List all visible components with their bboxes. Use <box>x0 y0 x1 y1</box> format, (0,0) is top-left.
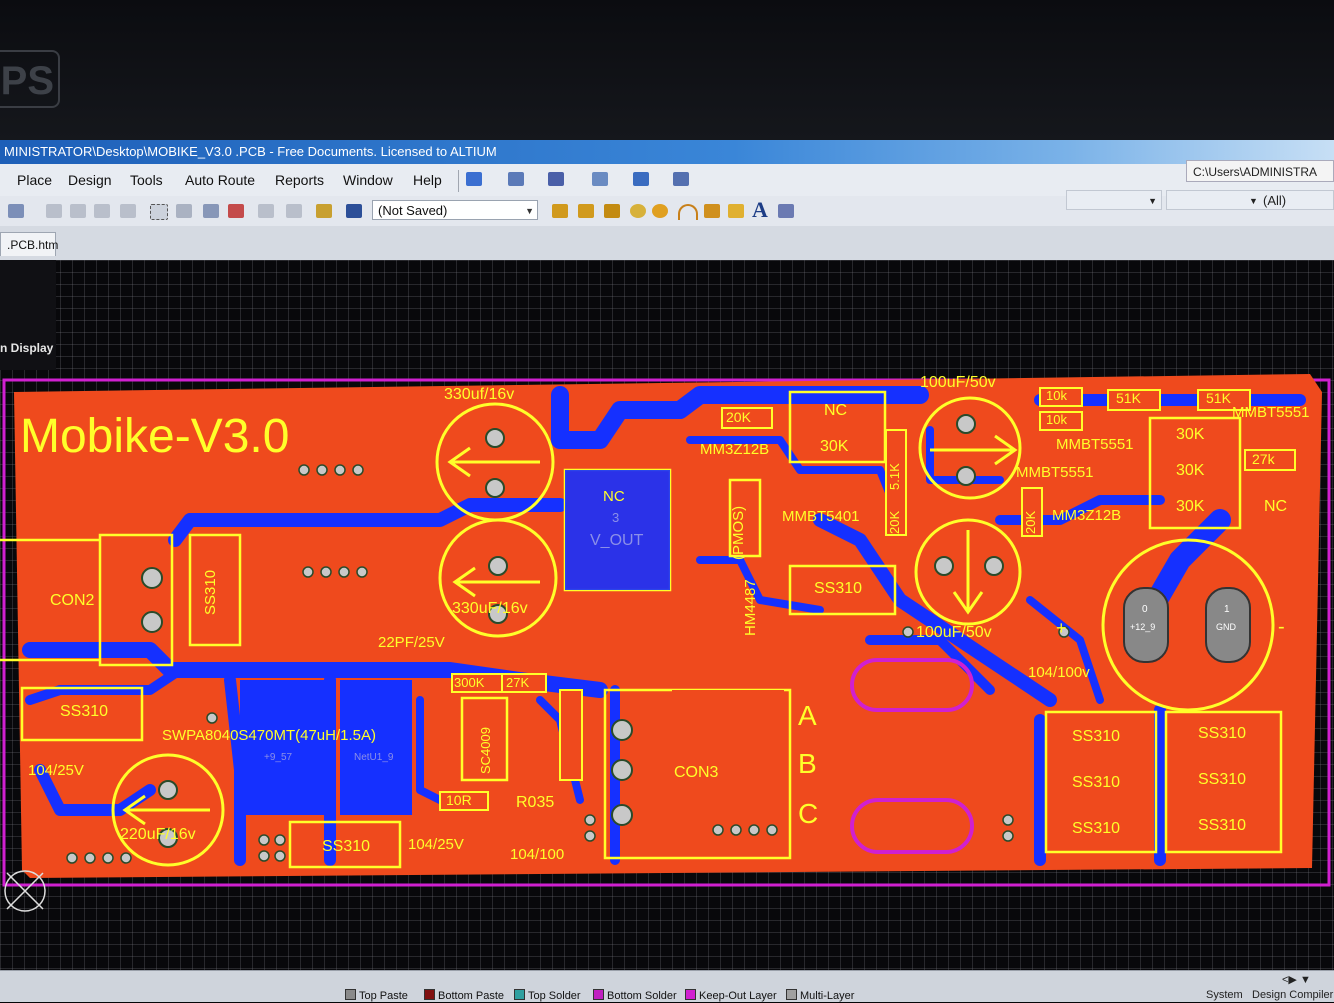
component-icon[interactable] <box>778 204 794 218</box>
monitor-bezel: PS <box>0 0 1334 140</box>
swatch-icon <box>593 989 604 1000</box>
layer-top-paste[interactable]: Top Paste <box>345 989 408 1002</box>
string-icon[interactable]: A <box>752 197 768 223</box>
layer-label: Top Solder <box>528 990 581 1002</box>
select-area-icon[interactable] <box>150 204 168 220</box>
filter-combo[interactable]: ▼ (All) <box>1166 190 1334 210</box>
diff-pair-icon[interactable] <box>578 204 594 218</box>
distribute-icon[interactable] <box>592 172 608 186</box>
chevron-down-icon: ▼ <box>1148 196 1157 206</box>
polygon-icon[interactable] <box>728 204 744 218</box>
layer-multi[interactable]: Multi-Layer <box>786 989 854 1002</box>
pad-icon[interactable] <box>630 204 646 218</box>
menu-auto-route[interactable]: Auto Route <box>185 172 255 188</box>
rubber-stamp-icon[interactable] <box>120 204 136 218</box>
layer-label: Bottom Solder <box>607 990 677 1002</box>
browse-icon[interactable] <box>8 204 24 218</box>
layer-label: Top Paste <box>359 990 408 1002</box>
layer-keep-out[interactable]: Keep-Out Layer <box>685 989 777 1002</box>
mosfet-body <box>565 470 670 590</box>
library-icon[interactable] <box>346 204 362 218</box>
align-icon[interactable] <box>508 172 524 186</box>
menu-separator <box>458 170 459 192</box>
status-system[interactable]: System <box>1206 989 1243 1001</box>
path-field[interactable]: C:\Users\ADMINISTRA <box>1186 160 1334 182</box>
redo-icon[interactable] <box>286 204 302 218</box>
interactive-route-icon[interactable] <box>552 204 568 218</box>
layer-combo[interactable]: ▼ <box>1066 190 1162 210</box>
origin-marker-icon <box>4 870 46 912</box>
pad-1 <box>1205 587 1251 663</box>
undo-icon[interactable] <box>258 204 274 218</box>
window-title: MINISTRATOR\Desktop\MOBIKE_V3.0 .PCB - F… <box>0 140 1334 164</box>
layer-nav-arrows-icon[interactable]: <▶ ▼ <box>1282 973 1311 986</box>
pencil-icon[interactable] <box>316 204 332 218</box>
inductor-pad-left <box>240 680 328 815</box>
route-icon[interactable] <box>466 172 482 186</box>
inductor-pad-right <box>340 680 412 815</box>
filter-value: (All) <box>1263 193 1287 208</box>
swatch-icon <box>685 989 696 1000</box>
tab-pcb-htm[interactable]: .PCB.htm <box>0 232 58 256</box>
layer-tab-bar: <▶ ▼ Top Paste Bottom Paste Top Solder B… <box>0 970 1334 1002</box>
layer-label: Keep-Out Layer <box>699 990 777 1002</box>
copy-icon[interactable] <box>70 204 86 218</box>
pcb-board[interactable] <box>0 260 1334 970</box>
document-tabs: .PCB.htm <box>0 226 1334 260</box>
chevron-down-icon: ▼ <box>525 206 534 216</box>
layer-bottom-solder[interactable]: Bottom Solder <box>593 989 677 1002</box>
variant-combo-value: (Not Saved) <box>378 203 448 218</box>
via-icon[interactable] <box>652 204 668 218</box>
clear-icon[interactable] <box>228 204 244 218</box>
menu-tools[interactable]: Tools <box>130 172 163 188</box>
pad-0 <box>1123 587 1169 663</box>
grid-icon[interactable] <box>673 172 689 186</box>
monitor-logo: PS <box>0 50 60 108</box>
move-icon[interactable] <box>176 204 192 218</box>
swatch-icon <box>424 989 435 1000</box>
room-icon[interactable] <box>633 172 649 186</box>
swatch-icon <box>786 989 797 1000</box>
fill-icon[interactable] <box>704 204 720 218</box>
chevron-down-icon: ▼ <box>1249 196 1258 206</box>
menu-design[interactable]: Design <box>68 172 112 188</box>
swatch-icon <box>345 989 356 1000</box>
cut-icon[interactable] <box>46 204 62 218</box>
menu-window[interactable]: Window <box>343 172 393 188</box>
select-icon[interactable] <box>548 172 564 186</box>
multi-route-icon[interactable] <box>604 204 620 218</box>
arc-icon[interactable] <box>678 204 698 220</box>
pcb-workspace[interactable]: n Display Mobike-V3.0 330uf/16v 330uF/16… <box>0 260 1334 970</box>
layer-bottom-paste[interactable]: Bottom Paste <box>424 989 504 1002</box>
layer-top-solder[interactable]: Top Solder <box>514 989 581 1002</box>
deselect-icon[interactable] <box>203 204 219 218</box>
status-design-compiler[interactable]: Design Compiler <box>1252 989 1333 1001</box>
menu-reports[interactable]: Reports <box>275 172 324 188</box>
menu-help[interactable]: Help <box>413 172 442 188</box>
swatch-icon <box>514 989 525 1000</box>
paste-icon[interactable] <box>94 204 110 218</box>
variant-combo[interactable]: (Not Saved) ▼ <box>372 200 538 220</box>
layer-label: Multi-Layer <box>800 990 855 1002</box>
menu-place[interactable]: Place <box>17 172 52 188</box>
layer-label: Bottom Paste <box>438 990 505 1002</box>
